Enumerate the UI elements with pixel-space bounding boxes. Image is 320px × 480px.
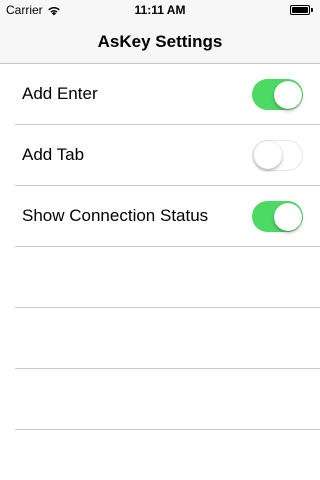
- add-enter-toggle[interactable]: [252, 79, 303, 110]
- empty-table-row: [0, 369, 320, 430]
- setting-row-add-tab[interactable]: Add Tab: [0, 125, 320, 186]
- add-tab-toggle[interactable]: [252, 140, 303, 171]
- settings-table: Add Enter Add Tab Show Connection Status: [0, 64, 320, 430]
- toggle-knob: [253, 141, 282, 169]
- show-connection-status-toggle[interactable]: [252, 201, 303, 232]
- navigation-bar: AsKey Settings: [0, 20, 320, 64]
- toggle-knob: [273, 80, 302, 109]
- battery-icon: [290, 5, 314, 15]
- empty-table-row: [0, 308, 320, 369]
- setting-row-add-enter[interactable]: Add Enter: [0, 64, 320, 125]
- status-bar: Carrier 11:11 AM: [0, 0, 320, 20]
- status-time: 11:11 AM: [134, 3, 186, 17]
- setting-label: Show Connection Status: [22, 206, 209, 225]
- setting-label: Add Tab: [22, 145, 85, 164]
- toggle-knob: [273, 202, 302, 231]
- setting-row-show-connection-status[interactable]: Show Connection Status: [0, 186, 320, 247]
- setting-label: Add Enter: [22, 84, 98, 103]
- empty-table-row: [0, 247, 320, 308]
- page-title: AsKey Settings: [97, 32, 223, 51]
